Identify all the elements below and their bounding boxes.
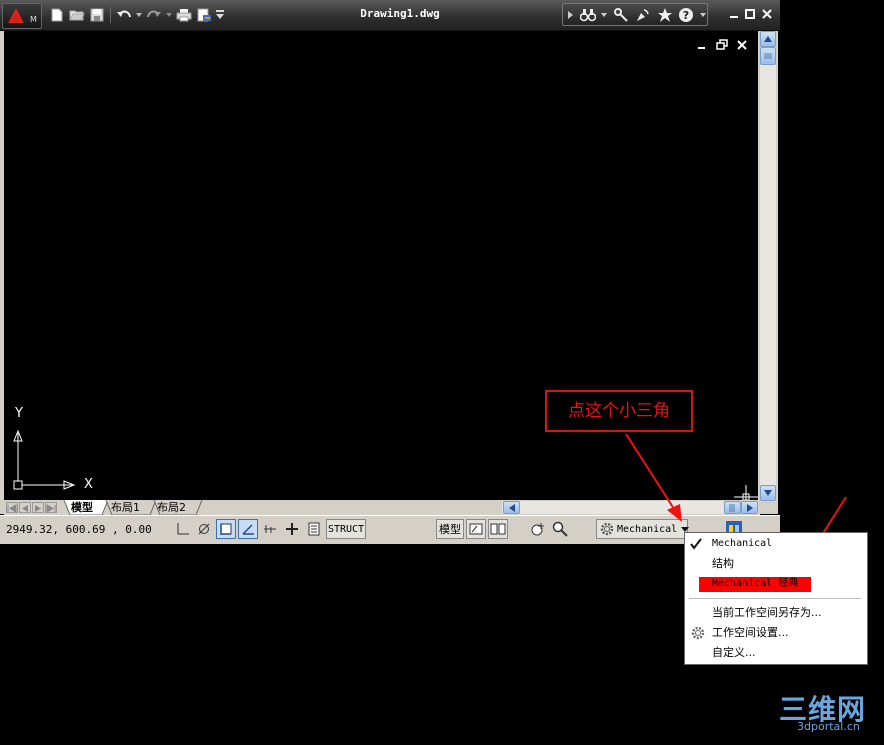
workspace-dropdown-triangle-icon[interactable] <box>681 526 690 532</box>
previous-tab-icon[interactable] <box>19 502 31 513</box>
workspace-dropdown-menu: Mechanical 结构 Mechanical 经典 当前工作空间另存为...… <box>684 532 868 665</box>
application-menu-button[interactable]: M <box>2 3 42 29</box>
horizontal-scroll-thumb[interactable] <box>724 501 741 514</box>
help-icon[interactable]: ? <box>677 6 695 24</box>
vertical-scroll-thumb[interactable] <box>760 47 776 65</box>
scroll-down-icon[interactable] <box>760 485 776 501</box>
watermark: 三维网 3dportal.cn <box>779 688 883 740</box>
watermark-url: 3dportal.cn <box>797 720 860 733</box>
last-tab-icon[interactable] <box>45 502 57 513</box>
polar-tracking-icon[interactable] <box>238 519 258 539</box>
tab-layout2[interactable]: 布局2 <box>153 500 190 515</box>
document-title: Drawing1.dwg <box>360 7 440 20</box>
object-snap-tracking-icon[interactable] <box>260 519 280 539</box>
scroll-left-icon[interactable] <box>503 501 520 514</box>
publish-icon[interactable] <box>195 6 213 24</box>
tab-layout1[interactable]: 布局1 <box>107 500 144 515</box>
drawing-minimize-icon[interactable] <box>696 39 708 51</box>
workspace-switching-button[interactable]: Mechanical <box>596 519 690 539</box>
maximize-icon[interactable] <box>742 6 758 22</box>
undo-icon[interactable] <box>115 6 133 24</box>
svg-text:?: ? <box>683 9 689 22</box>
search-dropdown-icon[interactable] <box>601 6 609 24</box>
drawing-close-icon[interactable] <box>736 39 748 51</box>
redo-icon[interactable] <box>145 6 163 24</box>
ortho-mode-icon[interactable] <box>216 519 236 539</box>
app-logo-letter: M <box>30 15 37 24</box>
plot-printer-icon[interactable] <box>175 6 193 24</box>
annotation-callout: 点这个小三角 <box>545 390 693 432</box>
menu-item-customize[interactable]: 自定义... <box>712 645 756 661</box>
expand-search-icon[interactable] <box>567 6 575 24</box>
checkmark-icon <box>690 538 702 553</box>
drawing-restore-icon[interactable] <box>716 39 728 51</box>
communication-center-icon[interactable] <box>634 6 652 24</box>
subscription-key-icon[interactable] <box>612 6 630 24</box>
save-icon[interactable] <box>88 6 106 24</box>
lineweight-icon[interactable] <box>304 519 324 539</box>
undo-dropdown-icon[interactable] <box>135 6 143 24</box>
menu-item-mechanical[interactable]: Mechanical <box>712 536 772 552</box>
binoculars-search-icon[interactable] <box>579 6 597 24</box>
menu-item-save-current-as[interactable]: 当前工作空间另存为... <box>712 605 822 621</box>
coordinates-readout[interactable]: 2949.32, 600.69 , 0.00 <box>6 521 166 539</box>
qat-customize-dropdown-icon[interactable] <box>215 6 225 24</box>
menu-item-workspace-settings[interactable]: 工作空间设置... <box>712 625 789 641</box>
help-dropdown-icon[interactable] <box>699 6 707 24</box>
model-space-button[interactable]: 模型 <box>436 519 464 539</box>
infocenter-toolbar: ? <box>562 3 708 26</box>
ucs-x-label: X <box>84 477 93 492</box>
menu-item-mechanical-classic[interactable]: Mechanical 经典 <box>712 576 798 592</box>
zoom-icon[interactable] <box>550 519 570 539</box>
quick-view-layouts-icon[interactable] <box>466 519 486 539</box>
quick-access-toolbar <box>48 5 225 25</box>
autocad-logo-icon <box>8 8 24 23</box>
minimize-icon[interactable] <box>726 6 742 22</box>
pan-icon[interactable] <box>528 519 548 539</box>
next-tab-icon[interactable] <box>32 502 44 513</box>
struct-button[interactable]: STRUCT <box>326 519 366 539</box>
ucs-y-label: Y <box>15 406 23 421</box>
menu-separator <box>689 598 861 599</box>
dynamic-ucs-icon[interactable] <box>282 519 302 539</box>
redo-dropdown-icon[interactable] <box>165 6 173 24</box>
new-file-icon[interactable] <box>48 6 66 24</box>
tab-model[interactable]: 模型 <box>67 500 97 515</box>
workspace-label: Mechanical <box>617 523 678 535</box>
first-tab-icon[interactable] <box>6 502 18 513</box>
grid-display-icon[interactable] <box>195 519 213 539</box>
gear-icon <box>599 521 615 537</box>
vertical-scrollbar[interactable] <box>760 31 776 501</box>
quick-view-drawings-icon[interactable] <box>488 519 508 539</box>
toolbar-separator <box>110 7 111 23</box>
scroll-right-icon[interactable] <box>741 501 758 514</box>
open-folder-icon[interactable] <box>68 6 86 24</box>
gear-icon <box>690 625 706 644</box>
close-icon[interactable] <box>759 6 775 22</box>
snap-mode-icon[interactable] <box>174 519 192 539</box>
scroll-up-icon[interactable] <box>760 31 776 47</box>
menu-item-structure[interactable]: 结构 <box>712 556 734 572</box>
horizontal-scrollbar[interactable] <box>502 501 758 514</box>
favorites-star-icon[interactable] <box>656 6 674 24</box>
